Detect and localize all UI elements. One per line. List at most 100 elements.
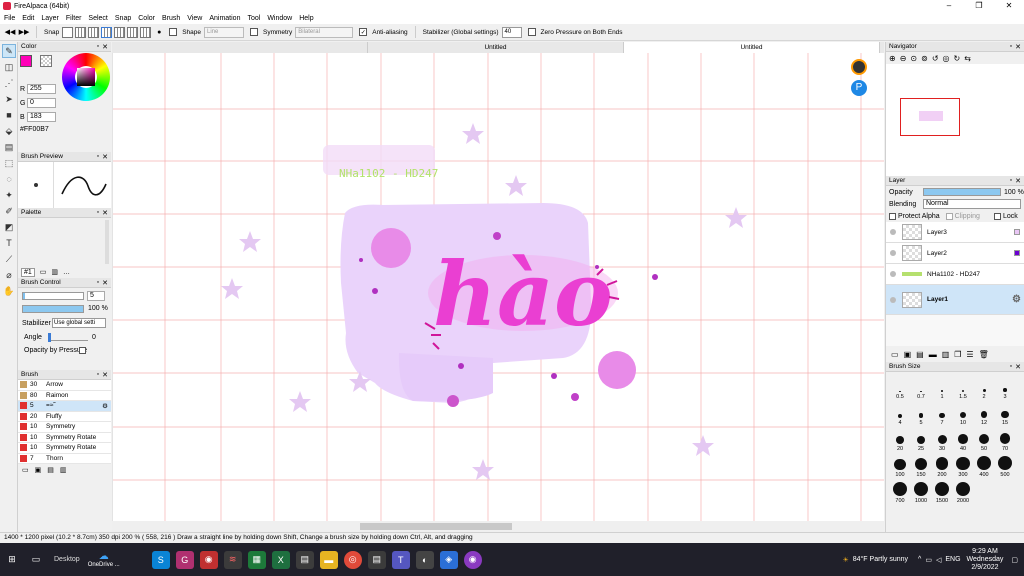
close-panel-icon[interactable]: ✕ [102, 371, 108, 379]
tab-untitled-2[interactable]: Untitled [624, 42, 880, 53]
brush-size-preset[interactable]: 300 [953, 454, 973, 478]
select-eraser-icon[interactable]: ◩ [2, 220, 16, 234]
zoom-fit-icon[interactable]: ⊙ [910, 54, 917, 63]
main-color-swatch[interactable] [20, 55, 32, 67]
dot-tool-icon[interactable]: ⋰ [2, 76, 16, 90]
brush-size-preset[interactable]: 30 [932, 428, 952, 452]
app-icon[interactable]: ▤ [367, 550, 386, 569]
close-panel-icon[interactable]: ✕ [102, 279, 108, 287]
app-icon[interactable]: ▤ [295, 550, 314, 569]
zoom-out-icon[interactable]: ⊖ [900, 54, 907, 63]
list-item[interactable]: 7 Thorn [18, 453, 111, 464]
close-panel-icon[interactable]: ✕ [102, 209, 108, 217]
brush-size-preset[interactable]: 150 [911, 454, 931, 478]
wifi-app-icon[interactable]: ≋ [223, 550, 242, 569]
sub-color-swatch[interactable] [40, 55, 52, 67]
menu-edit[interactable]: Edit [22, 15, 34, 22]
menu-brush[interactable]: Brush [162, 15, 180, 22]
pressure-checkbox[interactable] [79, 347, 86, 354]
float-icon[interactable]: ▫ [97, 153, 99, 161]
menu-snap[interactable]: Snap [115, 15, 131, 22]
app-icon[interactable]: G [175, 550, 194, 569]
app-icon[interactable]: ◉ [199, 550, 218, 569]
brush-size-preset[interactable]: 1500 [932, 480, 952, 504]
eraser-tool-icon[interactable]: ◫ [2, 60, 16, 74]
menu-window[interactable]: Window [267, 15, 292, 22]
visibility-icon[interactable] [890, 250, 896, 256]
angle-slider[interactable] [48, 333, 88, 342]
app-icon[interactable]: ▦ [247, 550, 266, 569]
visibility-icon[interactable] [890, 229, 896, 235]
menu-view[interactable]: View [187, 15, 202, 22]
brush-size-preset[interactable]: 15 [995, 402, 1015, 426]
notification-icon[interactable]: ▢ [1011, 556, 1018, 564]
skype-icon[interactable]: S [151, 550, 170, 569]
menu-tool[interactable]: Tool [247, 15, 260, 22]
task-view-icon[interactable]: ▭ [27, 551, 45, 569]
gear-icon[interactable]: ⚙ [1012, 294, 1021, 305]
zoom-actual-icon[interactable]: ⊚ [921, 54, 928, 63]
visibility-icon[interactable] [890, 271, 896, 277]
list-item[interactable]: 30 Arrow [18, 380, 111, 391]
menu-file[interactable]: File [4, 15, 15, 22]
float-icon[interactable]: ▫ [97, 279, 99, 287]
tab-untitled-1[interactable]: Untitled [368, 42, 624, 53]
saturation-square[interactable] [77, 68, 95, 86]
brush-size-preset[interactable]: 1000 [911, 480, 931, 504]
trash-icon[interactable]: 🗑 [979, 350, 989, 359]
stabilizer-select[interactable]: 40 [501, 26, 522, 38]
g-input[interactable]: 0 [27, 98, 56, 108]
maximize-button[interactable]: ❐ [964, 0, 994, 12]
clipping-checkbox[interactable] [945, 212, 953, 220]
stabilizer-select[interactable]: Use global setti [52, 318, 106, 328]
zoom-in-icon[interactable]: ⊕ [889, 54, 896, 63]
snap-off-icon[interactable] [62, 26, 74, 38]
visibility-icon[interactable] [890, 296, 896, 303]
chrome-icon[interactable]: ◎ [343, 550, 362, 569]
close-panel-icon[interactable]: ✕ [1015, 363, 1021, 371]
palette-scrollbar[interactable] [105, 220, 109, 264]
brush-size-preset[interactable]: 2 [974, 376, 994, 400]
brush-size-preset[interactable]: 2000 [953, 480, 973, 504]
r-input[interactable]: 255 [27, 84, 56, 94]
firealpaca-taskbar-icon[interactable]: ◐ [415, 550, 434, 569]
minimize-button[interactable]: – [934, 0, 964, 12]
avatar[interactable] [851, 59, 867, 75]
navigator-preview[interactable] [886, 64, 1024, 176]
select-tool-icon[interactable]: ⬚ [2, 156, 16, 170]
bucket-tool-icon[interactable]: ⬙ [2, 124, 16, 138]
brush-size-preset[interactable]: 7 [932, 402, 952, 426]
move-tool-icon[interactable]: ➤ [2, 92, 16, 106]
symmetry-select[interactable]: Bilateral [295, 26, 354, 38]
drawing-canvas[interactable]: hào NHa1102 - HD247 P [113, 53, 884, 521]
layer-row[interactable]: Layer1 ⚙ [886, 285, 1024, 315]
fill-rect-icon[interactable]: ■ [2, 108, 16, 122]
brush-import-icon[interactable]: ▤ [47, 466, 54, 474]
chevron-up-icon[interactable]: ^ [918, 556, 921, 563]
close-button[interactable]: ✕ [994, 0, 1024, 12]
symmetry-checkbox[interactable] [249, 28, 258, 36]
layer-row[interactable]: NHa1102 - HD247 [886, 264, 1024, 285]
list-item[interactable]: 5 =≈˜ ⚙ [18, 401, 111, 412]
brush-size-preset[interactable]: 0.5 [890, 376, 910, 400]
more-icon[interactable]: … [63, 269, 70, 276]
layer-row[interactable]: Layer3 [886, 222, 1024, 243]
hand-tool-icon[interactable]: ✋ [2, 284, 16, 298]
brush-size-preset[interactable]: 100 [890, 454, 910, 478]
close-panel-icon[interactable]: ✕ [1015, 177, 1021, 185]
shape-select[interactable]: Line [203, 26, 244, 38]
protect-alpha-checkbox[interactable] [889, 212, 896, 220]
list-item[interactable]: 10 Symmetry Rotate [18, 432, 111, 443]
snap-circle-icon[interactable] [127, 26, 139, 38]
new-layer-icon[interactable]: ▭ [891, 350, 899, 359]
folder-icon[interactable]: ▬ [929, 350, 937, 359]
menu-filter[interactable]: Filter [66, 15, 82, 22]
color-wheel[interactable] [62, 53, 110, 101]
float-icon[interactable]: ▫ [1010, 43, 1012, 51]
menu-color[interactable]: Color [138, 15, 155, 22]
snap-parallel-icon[interactable] [75, 26, 87, 38]
rotate-right-icon[interactable]: ↻ [954, 54, 961, 63]
menu-select[interactable]: Select [88, 15, 107, 22]
brush-size-preset[interactable]: 20 [890, 428, 910, 452]
snap-grid-icon[interactable] [101, 26, 113, 38]
